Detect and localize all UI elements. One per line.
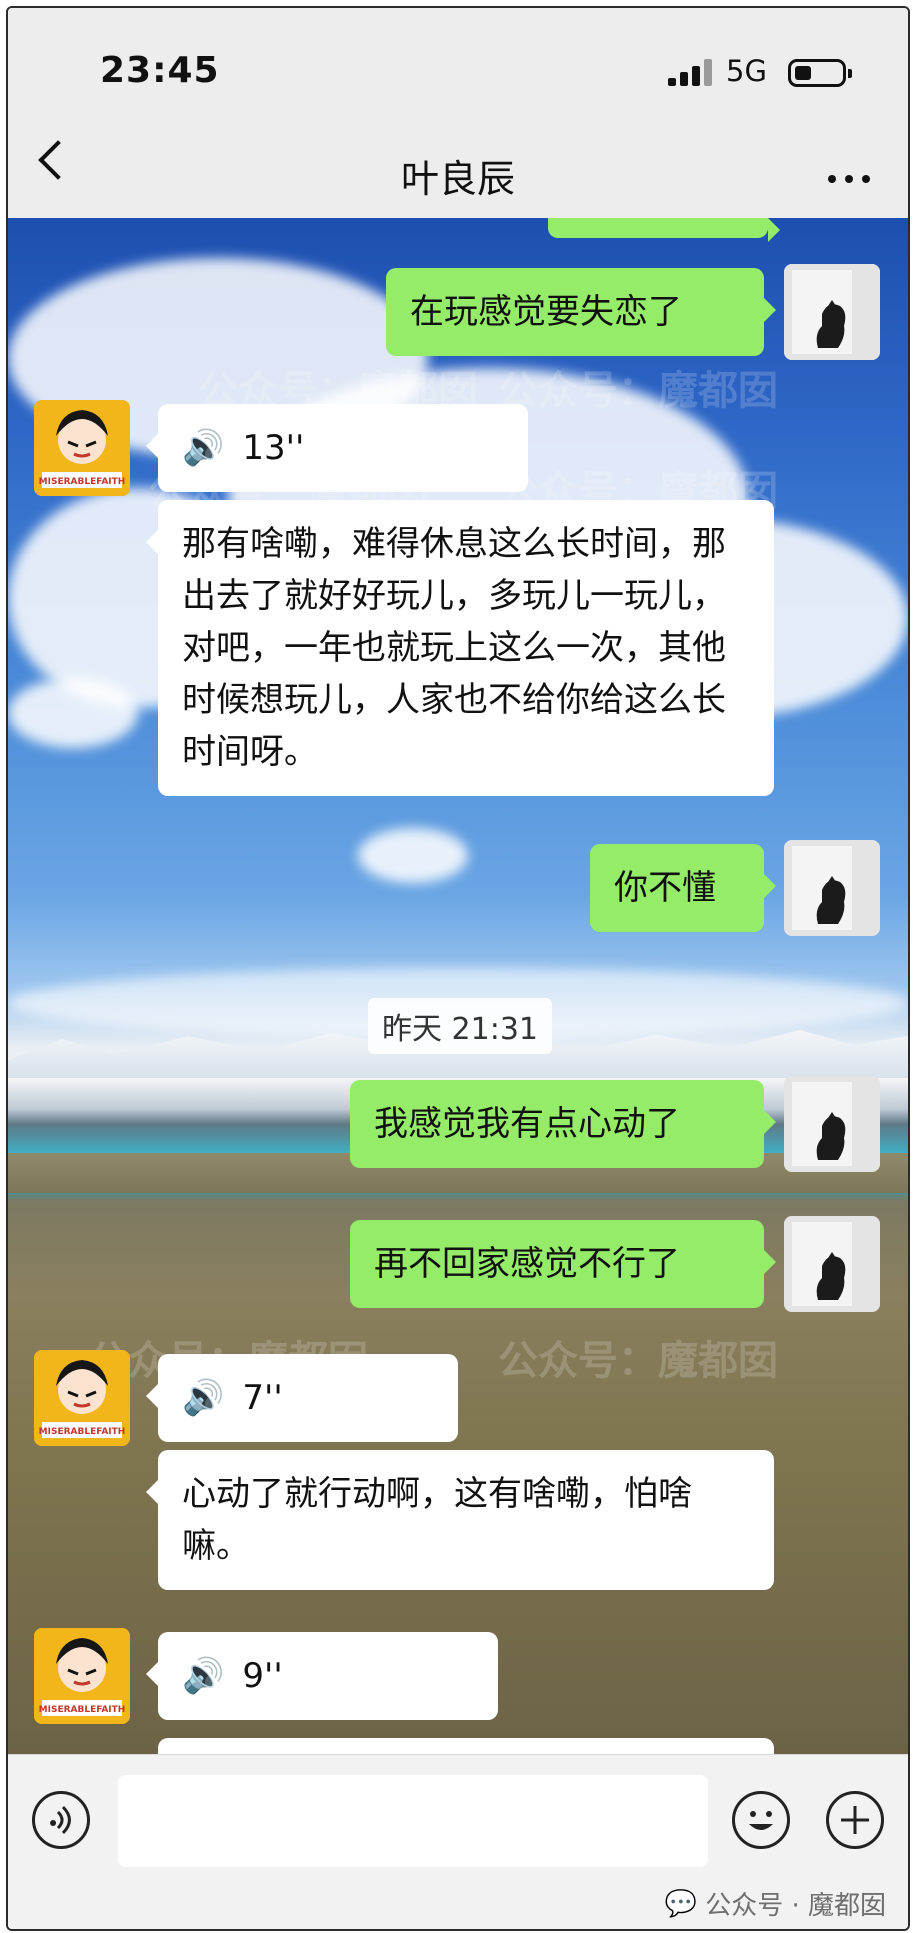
chat-title: 叶良辰 <box>400 157 515 201</box>
peer-avatar[interactable]: MISERABLEFAITH <box>34 1628 130 1724</box>
my-avatar[interactable] <box>784 1076 880 1172</box>
battery-icon <box>788 59 852 87</box>
chat-area[interactable]: 公众号：魔都囡 公众号：魔都囡 公众号：魔都囡 公众号：魔都囡 公众号：魔都囡 … <box>8 218 908 1754</box>
network-type: 5G <box>726 54 767 88</box>
input-bar: 💬 公众号 · 魔都囡 <box>8 1754 908 1929</box>
avatar-label: MISERABLEFAITH <box>39 477 126 487</box>
voice-icon: 🔊 <box>182 428 225 468</box>
plus-icon <box>841 1806 869 1834</box>
more-icon[interactable] <box>828 168 908 187</box>
voice-duration: 7'' <box>242 1378 283 1418</box>
chat-timestamp: 昨天 21:31 <box>368 998 552 1054</box>
voice-input-button[interactable] <box>32 1791 90 1849</box>
peer-avatar[interactable]: MISERABLEFAITH <box>34 1350 130 1446</box>
avatar-label: MISERABLEFAITH <box>39 1427 126 1437</box>
status-time: 23:45 <box>100 50 220 91</box>
watermark: 公众号：魔都囡 <box>498 1338 778 1384</box>
message-bubble[interactable]: 在玩感觉要失恋了 <box>386 268 776 356</box>
footer-watermark: 💬 公众号 · 魔都囡 <box>664 1888 886 1922</box>
wechat-icon: 💬 <box>664 1888 698 1919</box>
emoji-button[interactable] <box>732 1791 790 1849</box>
peer-avatar[interactable]: MISERABLEFAITH <box>34 400 130 496</box>
voice-icon: 🔊 <box>182 1656 225 1696</box>
top-bar: 23:45 5G 叶良辰 <box>8 8 908 218</box>
my-avatar[interactable] <box>784 264 880 360</box>
voice-message-bubble[interactable]: 🔊 9'' <box>146 1632 498 1720</box>
partial-message-bubble <box>158 1738 774 1754</box>
voice-message-bubble[interactable]: 🔊 13'' <box>146 404 528 492</box>
message-input[interactable] <box>118 1775 708 1867</box>
voice-input-icon <box>50 1805 71 1835</box>
message-bubble[interactable]: 再不回家感觉不行了 <box>350 1220 776 1308</box>
message-bubble[interactable]: 那有啥嘞，难得休息这么长时间，那出去了就好好玩儿，多玩儿一玩儿，对吧，一年也就玩… <box>146 500 774 796</box>
phone-screen: 23:45 5G 叶良辰 公众号：魔都囡 公众号：魔都囡 公众号：魔都囡 公众号… <box>6 6 910 1931</box>
message-bubble[interactable]: 你不懂 <box>590 844 776 932</box>
watermark: 公众号：魔都囡 <box>498 368 778 414</box>
voice-duration: 9'' <box>242 1656 283 1696</box>
signal-icon <box>668 58 714 86</box>
message-bubble[interactable]: 我感觉我有点心动了 <box>350 1080 776 1168</box>
my-avatar[interactable] <box>784 840 880 936</box>
cloud <box>358 828 468 883</box>
add-button[interactable] <box>826 1791 884 1849</box>
message-bubble[interactable]: 心动了就行动啊，这有啥嘞，怕啥嘛。 <box>146 1450 774 1590</box>
partial-message-bubble <box>548 218 780 242</box>
voice-duration: 13'' <box>242 428 305 468</box>
emoji-icon <box>749 1811 773 1830</box>
voice-icon: 🔊 <box>182 1378 225 1418</box>
avatar-label: MISERABLEFAITH <box>39 1705 126 1715</box>
cloud <box>8 678 138 748</box>
my-avatar[interactable] <box>784 1216 880 1312</box>
voice-message-bubble[interactable]: 🔊 7'' <box>146 1354 458 1442</box>
